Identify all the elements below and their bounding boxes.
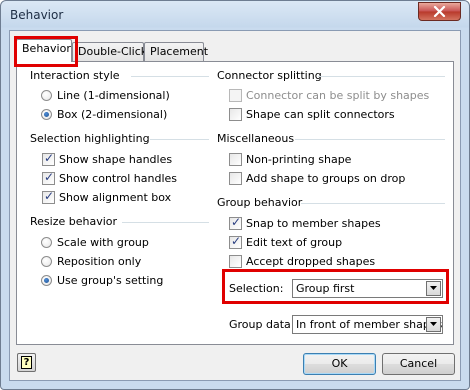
close-button[interactable] (418, 2, 461, 21)
checkbox[interactable] (229, 215, 242, 230)
tab-placement[interactable]: Placement (144, 42, 208, 61)
checkbox-label: Show control handles (59, 171, 178, 185)
radio-label: Use group's setting (57, 273, 164, 287)
radio-button[interactable] (41, 108, 52, 120)
checkbox[interactable] (229, 254, 242, 268)
radio-label: Scale with group (57, 235, 149, 249)
checkbox-show-shape-handles[interactable]: Show shape handles (42, 151, 172, 167)
radio-reposition-only[interactable]: Reposition only (41, 253, 141, 269)
group-data-dropdown[interactable]: In front of member shapes (292, 315, 443, 334)
radio-button[interactable] (41, 274, 52, 286)
ok-button[interactable]: OK (303, 353, 376, 375)
checkbox-snap-to-member-shapes[interactable]: Snap to member shapes (229, 215, 381, 231)
checkbox-shape-split-connectors[interactable]: Shape can split connectors (229, 106, 395, 122)
checkbox-add-to-groups-on-drop[interactable]: Add shape to groups on drop (229, 170, 405, 186)
radio-label: Box (2-dimensional) (57, 107, 168, 121)
group-divider (301, 203, 445, 204)
help-button[interactable]: ? (17, 353, 36, 372)
checkbox-label: Edit text of group (246, 235, 343, 249)
checkbox[interactable] (229, 152, 242, 166)
checkbox[interactable] (229, 234, 242, 249)
dialog-client-area: Behavior Double-Click Placement Interact… (9, 30, 461, 381)
checkbox[interactable] (42, 170, 55, 185)
group-divider (295, 139, 445, 140)
cancel-button[interactable]: Cancel (382, 353, 455, 375)
checkbox-edit-text-of-group[interactable]: Edit text of group (229, 234, 342, 250)
tab-double-click[interactable]: Double-Click (72, 42, 148, 61)
radio-scale-with-group[interactable]: Scale with group (41, 234, 149, 250)
radio-label: Line (1-dimensional) (57, 88, 170, 102)
checkbox[interactable] (229, 171, 242, 185)
radio-label: Reposition only (57, 254, 142, 268)
checkbox-label: Add shape to groups on drop (246, 171, 406, 185)
checkbox[interactable] (42, 151, 55, 166)
group-divider (150, 139, 209, 140)
checkbox[interactable] (229, 88, 242, 102)
radio-button[interactable] (41, 236, 52, 248)
resize-behavior-title: Resize behavior (30, 215, 118, 228)
group-divider (318, 76, 445, 77)
radio-use-groups-setting[interactable]: Use group's setting (41, 272, 163, 288)
checkbox-label: Connector can be split by shapes (246, 88, 430, 102)
group-data-label: Group data: (229, 318, 295, 331)
interaction-style-title: Interaction style (30, 69, 120, 82)
group-divider (122, 222, 209, 223)
checkbox[interactable] (42, 189, 55, 204)
behavior-dialog: Behavior Behavior Double-Click Placement… (0, 0, 470, 390)
checkbox-connector-split-by-shapes[interactable]: Connector can be split by shapes (229, 87, 429, 103)
checkbox-label: Non-printing shape (246, 152, 352, 166)
miscellaneous-title: Miscellaneous (217, 132, 295, 145)
dropdown-arrow-button[interactable] (426, 317, 441, 332)
checkbox-show-alignment-box[interactable]: Show alignment box (42, 189, 171, 205)
chevron-down-icon (430, 322, 437, 326)
radio-button[interactable] (41, 255, 52, 267)
checkbox-non-printing-shape[interactable]: Non-printing shape (229, 151, 351, 167)
tab-placement-label: Placement (150, 45, 209, 58)
checkbox-label: Show shape handles (59, 152, 173, 166)
connector-splitting-title: Connector splitting (217, 69, 322, 82)
checkbox-label: Show alignment box (59, 190, 172, 204)
window-title: Behavior (10, 8, 64, 22)
checkbox-show-control-handles[interactable]: Show control handles (42, 170, 177, 186)
title-bar[interactable]: Behavior (1, 1, 469, 29)
radio-button[interactable] (41, 89, 52, 101)
checkbox-label: Shape can split connectors (246, 107, 395, 121)
checkbox-accept-dropped-shapes[interactable]: Accept dropped shapes (229, 253, 375, 269)
help-icon: ? (21, 356, 32, 369)
checkbox[interactable] (229, 107, 242, 121)
selection-highlight-box (222, 269, 449, 304)
tab-highlight-box (14, 36, 78, 67)
checkbox-label: Accept dropped shapes (246, 254, 376, 268)
selection-highlighting-title: Selection highlighting (30, 132, 150, 145)
group-behavior-title: Group behavior (217, 196, 303, 209)
group-data-dropdown-value: In front of member shapes (296, 318, 443, 331)
close-icon (433, 6, 446, 17)
radio-line-1d[interactable]: Line (1-dimensional) (41, 87, 170, 103)
radio-box-2d[interactable]: Box (2-dimensional) (41, 106, 167, 122)
group-divider (131, 76, 209, 77)
tab-double-click-label: Double-Click (78, 45, 148, 58)
checkbox-label: Snap to member shapes (246, 216, 381, 230)
